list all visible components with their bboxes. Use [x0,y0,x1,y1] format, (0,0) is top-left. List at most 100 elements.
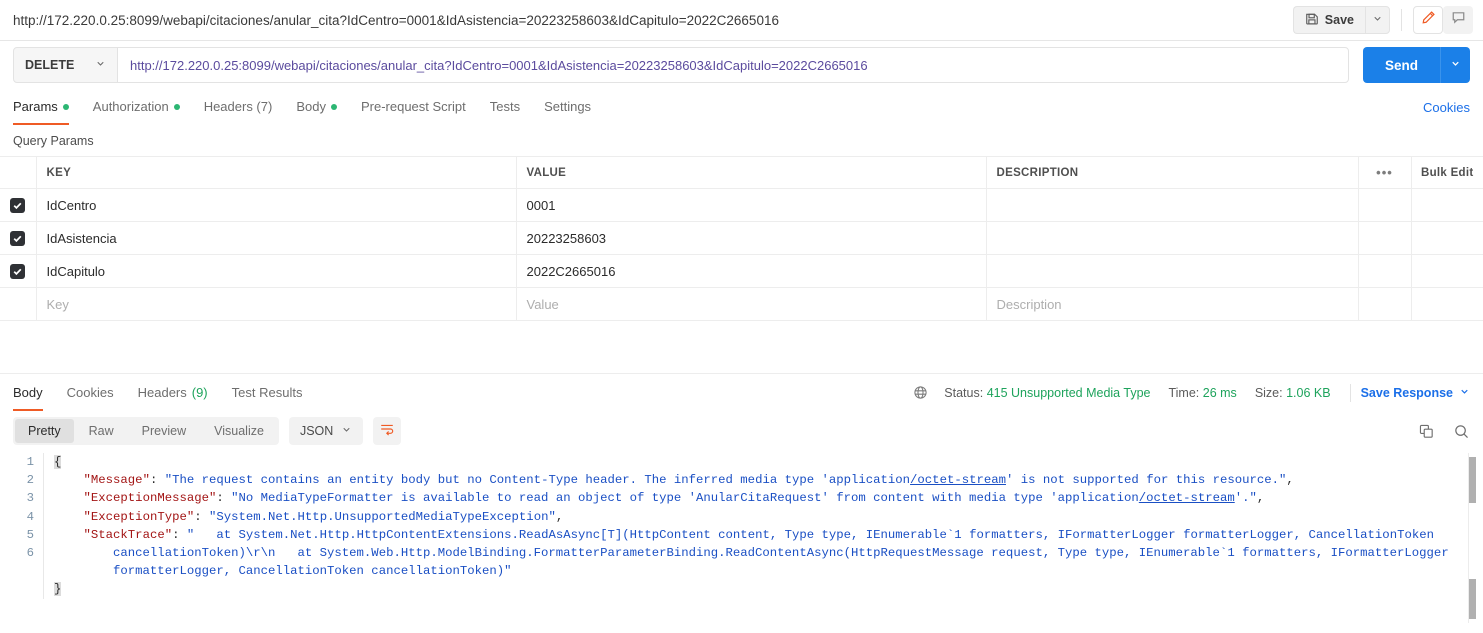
tab-label: Tests [489,99,521,114]
request-tabs-row: Params Authorization Headers (7) Body Pr… [0,89,1483,125]
unsaved-dot-icon [330,104,337,110]
url-input[interactable]: http://172.220.0.25:8099/webapi/citacion… [117,47,1349,83]
new-param-description-input[interactable]: Description [986,287,1359,321]
tab-pre-request-script[interactable]: Pre-request Script [349,89,478,125]
tab-label: Test Results [231,384,303,400]
view-mode-raw[interactable]: Raw [76,419,127,443]
row-checkbox-cell-empty [0,287,37,321]
new-param-key-input[interactable]: Key [36,287,517,321]
param-value-cell[interactable]: 0001 [516,188,987,222]
param-value-cell[interactable]: 20223258603 [516,221,987,255]
save-button[interactable]: Save [1292,6,1365,34]
word-wrap-button[interactable] [373,417,402,445]
search-icon[interactable] [1453,423,1470,440]
time-value: 26 ms [1202,385,1237,400]
select-all-cell [0,156,37,189]
response-view-controls: Pretty Raw Preview Visualize JSON [13,417,402,445]
copy-icon[interactable] [1418,423,1435,440]
line-number: 2 [26,473,34,488]
code-line: } [54,582,62,597]
param-description-cell[interactable] [986,254,1359,288]
cookies-link[interactable]: Cookies [1423,100,1470,115]
query-params-label: Query Params [13,134,94,148]
tab-label: Body [296,99,326,114]
tab-count: (9) [191,384,208,400]
response-format-select[interactable]: JSON [288,417,364,445]
scrollbar-thumb-secondary[interactable] [1469,579,1476,619]
table-row[interactable]: IdCapitulo 2022C2665016 [0,254,1483,288]
table-row[interactable]: IdAsistencia 20223258603 [0,221,1483,255]
response-toolbar: Pretty Raw Preview Visualize JSON [0,411,1483,453]
param-value-cell[interactable]: 2022C2665016 [516,254,987,288]
chevron-down-icon [1450,56,1461,74]
send-group: Send [1362,47,1470,83]
tab-tests[interactable]: Tests [478,89,532,125]
send-options-dropdown[interactable] [1440,47,1470,83]
globe-icon [913,385,928,400]
response-tab-body[interactable]: Body [13,375,55,411]
row-checkbox-cell[interactable] [0,188,37,222]
status-segment: Status: 415 Unsupported Media Type [935,386,1159,400]
tab-settings[interactable]: Settings [532,89,603,125]
tab-body[interactable]: Body [284,89,349,125]
view-mode-preview[interactable]: Preview [129,419,199,443]
code-line: "StackTrace": " at System.Net.Http.HttpC… [83,527,1442,542]
save-options-dropdown[interactable] [1365,6,1390,34]
table-row-placeholder[interactable]: Key Value Description [0,287,1483,321]
chevron-down-icon [1459,386,1470,400]
save-response-label: Save Response [1360,385,1453,400]
response-tab-cookies[interactable]: Cookies [55,375,126,411]
tab-authorization[interactable]: Authorization [81,89,192,125]
row-checkbox[interactable] [10,264,26,280]
save-response-button[interactable]: Save Response [1361,386,1470,400]
scrollbar-thumb[interactable] [1469,457,1476,503]
size-value: 1.06 KB [1286,385,1331,400]
chevron-down-icon [1372,11,1383,29]
table-header-row: KEY VALUE DESCRIPTION ••• Bulk Edit [0,156,1483,189]
new-param-value-input[interactable]: Value [516,287,987,321]
param-key-cell[interactable]: IdCapitulo [36,254,517,288]
column-header-value: VALUE [516,156,987,189]
row-spacer-end [1411,254,1483,288]
row-spacer [1358,188,1412,222]
pencil-icon [1421,10,1436,30]
param-description-cell[interactable] [986,188,1359,222]
table-row[interactable]: IdCentro 0001 [0,188,1483,222]
response-meta: Status: 415 Unsupported Media Type Time:… [913,383,1470,402]
edit-request-button[interactable] [1413,6,1443,34]
response-tab-test-results[interactable]: Test Results [220,375,315,411]
comments-button[interactable] [1443,6,1473,34]
table-options-button[interactable]: ••• [1358,156,1412,189]
view-mode-visualize[interactable]: Visualize [201,419,277,443]
response-tabs: Body Cookies Headers (9) Test Results [13,375,314,411]
param-description-cell[interactable] [986,221,1359,255]
tab-label: Body [13,384,43,400]
tab-label: Headers [137,384,187,400]
http-method-select[interactable]: DELETE [13,47,118,83]
tab-headers-7[interactable]: Headers (7) [192,89,285,125]
comment-icon [1451,10,1466,30]
bulk-edit-button[interactable]: Bulk Edit [1411,156,1483,189]
code-line: "ExceptionType": "System.Net.Http.Unsupp… [83,509,564,524]
response-body-viewer[interactable]: 1 2 3 4 5 6 { "Message": "The request contain… [0,453,1483,623]
row-checkbox[interactable] [10,198,26,214]
row-checkbox-cell[interactable] [0,254,37,288]
query-params-body: IdCentro 0001 IdAsistencia 20223258603 I… [0,188,1483,321]
size-segment: Size: 1.06 KB [1246,386,1340,400]
tab-params[interactable]: Params [13,89,81,125]
param-key-cell[interactable]: IdAsistencia [36,221,517,255]
send-button[interactable]: Send [1362,47,1440,83]
line-number: 5 [26,527,34,542]
row-checkbox[interactable] [10,231,26,247]
param-key-cell[interactable]: IdCentro [36,188,517,222]
tab-label: Authorization [92,99,169,114]
view-mode-pretty[interactable]: Pretty [15,419,74,443]
row-checkbox-cell[interactable] [0,221,37,255]
url-row: DELETE http://172.220.0.25:8099/webapi/c… [0,41,1483,89]
response-tab-headers[interactable]: Headers (9) [126,375,220,411]
view-mode-group: Pretty Raw Preview Visualize [13,417,279,445]
response-body-content: { "Message": "The request contains an en… [44,453,1449,599]
code-line: { [54,455,62,469]
line-number: 4 [26,509,34,524]
response-scrollbar[interactable] [1468,453,1476,623]
